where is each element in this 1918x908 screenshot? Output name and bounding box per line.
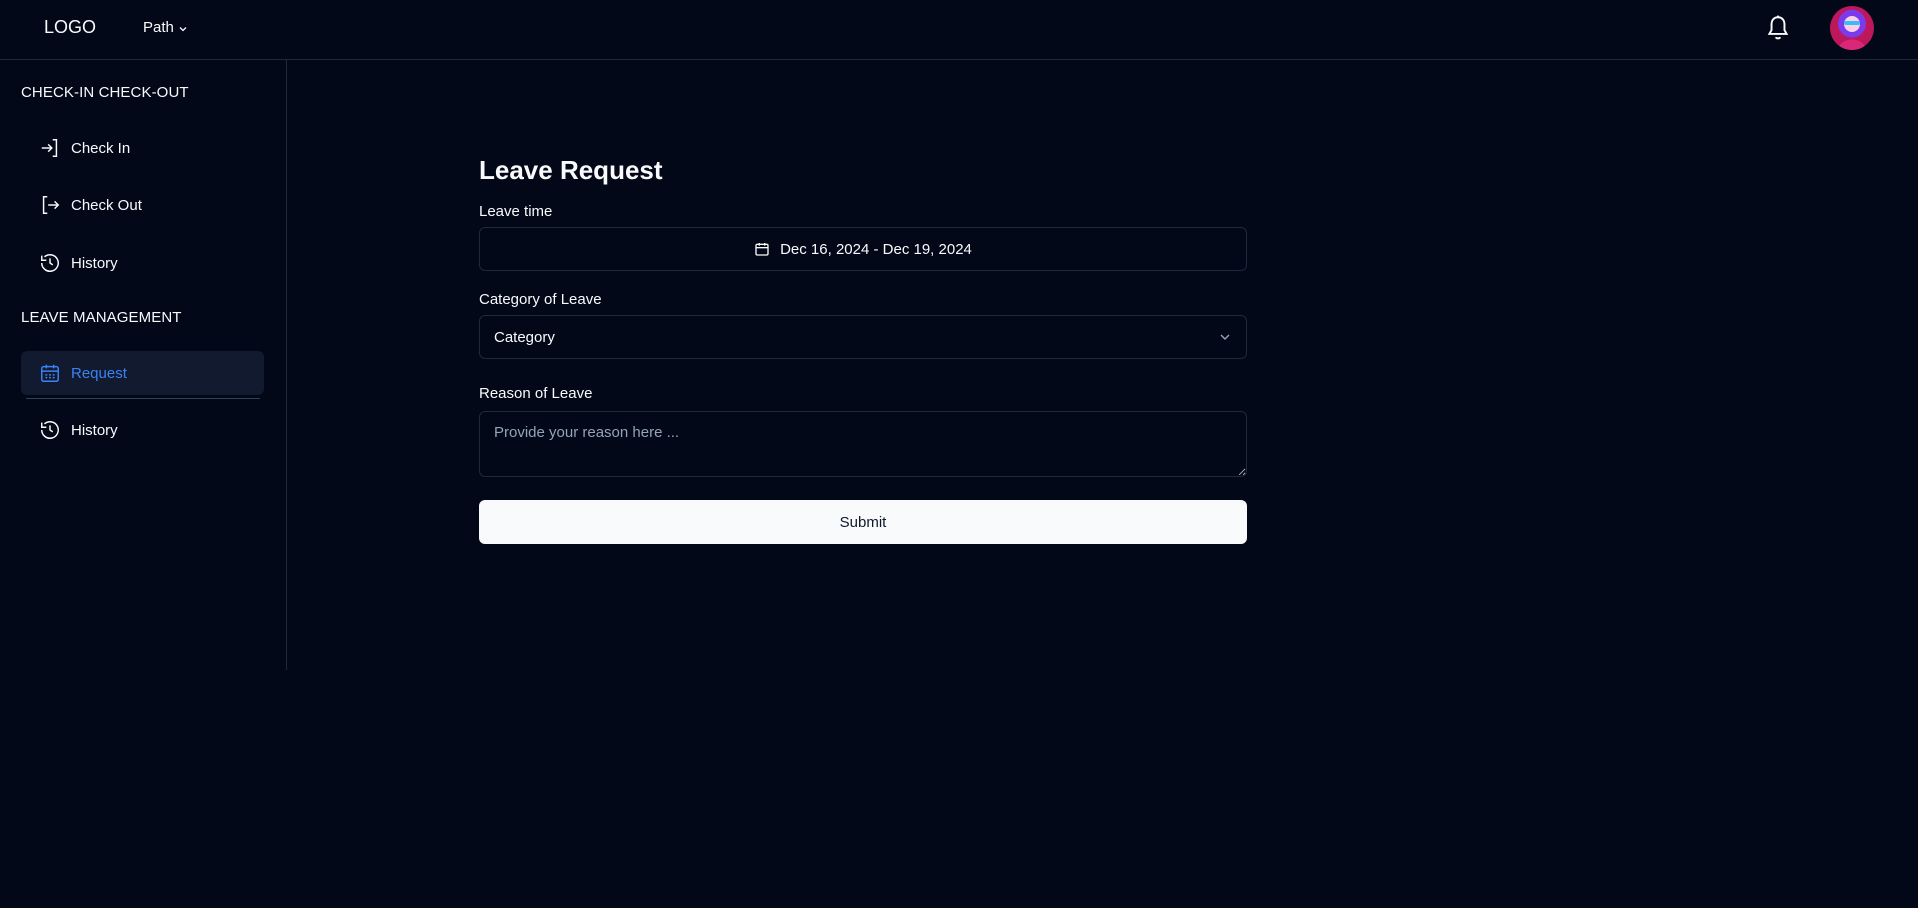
history-icon [41,421,59,439]
section-title-leave: LEAVE MANAGEMENT [21,309,182,326]
log-out-icon [42,196,60,214]
chevron-down-icon [1220,334,1230,340]
chevron-down-icon [179,26,187,31]
sidebar-item-leave-history[interactable]: History [21,408,264,452]
reason-label: Reason of Leave [479,385,593,402]
section-title-checkin: CHECK-IN CHECK-OUT [21,84,189,101]
category-select[interactable]: Category [479,315,1247,359]
sidebar-item-check-in[interactable]: Check In [21,126,264,170]
sidebar-divider [26,398,260,399]
leave-request-form: Leave Request Leave time Dec 16, 2024 - … [479,155,1247,544]
category-value: Category [494,328,555,346]
top-bar: LOGO Path [0,0,1918,60]
user-avatar[interactable] [1830,6,1874,50]
log-in-icon [41,139,58,157]
path-dropdown[interactable]: Path [143,19,188,36]
sidebar-item-checkin-history[interactable]: History [21,241,264,285]
reason-textarea[interactable] [479,411,1247,477]
sidebar-item-request[interactable]: Request [21,351,264,395]
date-range-value: Dec 16, 2024 - Dec 19, 2024 [780,240,972,258]
sidebar-item-check-out[interactable]: Check Out [21,183,264,227]
page-title: Leave Request [479,155,663,185]
history-icon [41,254,59,272]
sidebar-item-label: Request [71,364,127,382]
sidebar-item-label: History [71,254,118,272]
bell-icon[interactable] [1765,14,1791,42]
calendar-icon [41,364,59,382]
category-label: Category of Leave [479,291,602,308]
submit-button[interactable]: Submit [479,500,1247,544]
sidebar-item-label: Check In [71,139,131,157]
leave-time-label: Leave time [479,203,553,220]
path-label: Path [143,19,174,36]
sidebar: CHECK-IN CHECK-OUT Check In Check Out Hi… [0,60,287,670]
date-range-picker[interactable]: Dec 16, 2024 - Dec 19, 2024 [479,227,1247,271]
sidebar-item-label: History [71,421,118,439]
logo[interactable]: LOGO [44,17,96,38]
sidebar-item-label: Check Out [71,196,142,214]
calendar-icon [755,243,769,256]
